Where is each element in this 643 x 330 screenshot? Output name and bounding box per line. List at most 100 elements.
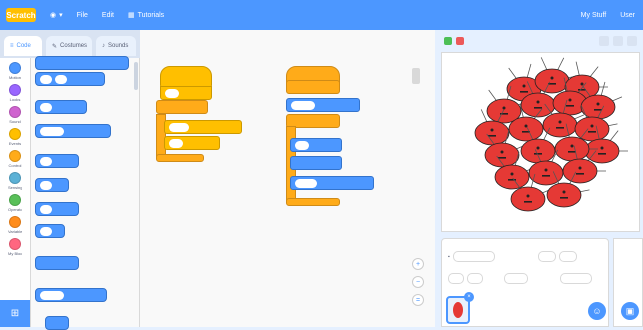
palette-block[interactable] [35, 56, 129, 70]
menu-bar: Scratch ◉ ▾ File Edit ▦ Tutorials My Stuff… [0, 0, 643, 30]
block-dropdown [291, 100, 315, 110]
sprite-name-row: ▪ [448, 251, 495, 262]
script-block[interactable] [286, 98, 360, 112]
editor-tabs: ≡ Code ✎ Costumes ♪ Sounds [0, 30, 140, 58]
edit-menu[interactable]: Edit [102, 12, 114, 19]
block-dropdown [40, 290, 64, 300]
size-field[interactable] [504, 273, 528, 284]
costume-icon: ✎ [52, 43, 58, 50]
zoom-reset-button[interactable]: = [412, 294, 424, 306]
script-block[interactable] [286, 80, 340, 94]
hat-block[interactable] [160, 66, 212, 88]
language-caret: ▾ [59, 12, 63, 19]
script-block[interactable] [164, 120, 242, 134]
control-block[interactable] [156, 100, 208, 114]
category-sensing[interactable]: Sensing [8, 172, 22, 190]
account-area: My Stuff User [581, 0, 635, 30]
sprite-show-row [448, 273, 483, 284]
sprite-direction-row [560, 273, 592, 284]
block-input [40, 156, 52, 166]
show-toggle[interactable] [448, 273, 464, 284]
tutorials-menu[interactable]: ▦ Tutorials [127, 11, 164, 20]
block-input [40, 74, 52, 84]
palette-block[interactable] [35, 256, 79, 270]
palette-block[interactable] [35, 288, 107, 302]
script-block[interactable] [290, 156, 342, 170]
large-stage-icon[interactable] [613, 36, 623, 46]
tab-sounds[interactable]: ♪ Sounds [96, 36, 136, 56]
palette-block[interactable] [35, 224, 65, 238]
choose-sprite-button[interactable]: ☺ [588, 302, 606, 320]
block-input [40, 180, 52, 190]
hide-toggle[interactable] [467, 273, 483, 284]
script-block[interactable] [160, 86, 212, 100]
category-motion[interactable]: Motion [8, 62, 22, 80]
script-area[interactable]: + − = [140, 30, 435, 327]
my-stuff-link[interactable]: My Stuff [581, 12, 607, 19]
zoom-in-icon: + [415, 260, 421, 268]
category-dot [9, 84, 21, 96]
category-variables[interactable]: Variables [8, 216, 22, 234]
category-looks[interactable]: Looks [8, 84, 22, 102]
palette-block[interactable] [35, 202, 79, 216]
palette-block[interactable] [35, 100, 87, 114]
stage-sprites [474, 57, 628, 212]
close-icon: × [467, 294, 471, 300]
sprite-size-row [504, 273, 528, 284]
block-input [169, 138, 183, 148]
delete-sprite-button[interactable]: × [464, 292, 474, 302]
choose-sprite-icon: ☺ [592, 306, 602, 316]
direction-field[interactable] [560, 273, 592, 284]
script-block[interactable] [164, 136, 220, 150]
file-menu[interactable]: File [77, 12, 88, 19]
category-operators[interactable]: Operators [8, 194, 22, 212]
stage-canvas[interactable] [441, 52, 640, 232]
block-input [40, 204, 52, 214]
category-events[interactable]: Events [8, 128, 22, 146]
script-block[interactable] [290, 176, 374, 190]
block-input [40, 102, 52, 112]
tutorials-icon: ▦ [127, 12, 135, 19]
category-dot [9, 238, 21, 250]
account-menu[interactable]: User [620, 12, 635, 19]
category-my-blocks[interactable]: My Blocks [8, 238, 22, 256]
block-input [165, 88, 179, 98]
block-input [295, 140, 309, 150]
workspace-scrollbar[interactable] [412, 68, 420, 84]
language-menu[interactable]: ◉ ▾ [50, 11, 63, 19]
palette-block[interactable] [35, 72, 105, 86]
tab-costumes[interactable]: ✎ Costumes [46, 36, 92, 56]
choose-backdrop-button[interactable]: ▣ [621, 302, 639, 320]
palette-scrollbar[interactable] [134, 62, 138, 90]
category-control[interactable]: Control [8, 150, 22, 168]
palette-block[interactable] [35, 154, 79, 168]
sprite-name-field[interactable] [452, 251, 495, 262]
category-dot [9, 106, 21, 118]
scratch-logo[interactable]: Scratch [6, 8, 36, 22]
category-menu: Motion Looks Sound Events Control Sensin… [0, 58, 31, 327]
green-flag-icon[interactable] [444, 37, 452, 45]
block-dropdown [40, 126, 64, 136]
category-sound[interactable]: Sound [8, 106, 22, 124]
zoom-out-button[interactable]: − [412, 276, 424, 288]
palette-block[interactable] [35, 124, 111, 138]
fullscreen-icon[interactable] [627, 36, 637, 46]
y-field[interactable] [559, 251, 577, 262]
small-stage-icon[interactable] [599, 36, 609, 46]
script-block[interactable] [290, 138, 342, 152]
x-field[interactable] [538, 251, 556, 262]
category-dot [9, 172, 21, 184]
stage-size-toggle [599, 36, 637, 46]
block-input [40, 226, 52, 236]
sound-icon: ♪ [102, 43, 105, 49]
palette-block[interactable] [35, 178, 69, 192]
zoom-out-icon: − [415, 278, 421, 286]
category-dot [9, 216, 21, 228]
tab-code[interactable]: ≡ Code [4, 36, 42, 56]
palette-block[interactable] [45, 316, 69, 330]
sprite-xy-row [538, 251, 577, 262]
stop-icon[interactable] [456, 37, 464, 45]
add-extension-button[interactable]: ⊞ [0, 300, 30, 327]
zoom-in-button[interactable]: + [412, 258, 424, 270]
add-extension-icon: ⊞ [10, 308, 20, 319]
